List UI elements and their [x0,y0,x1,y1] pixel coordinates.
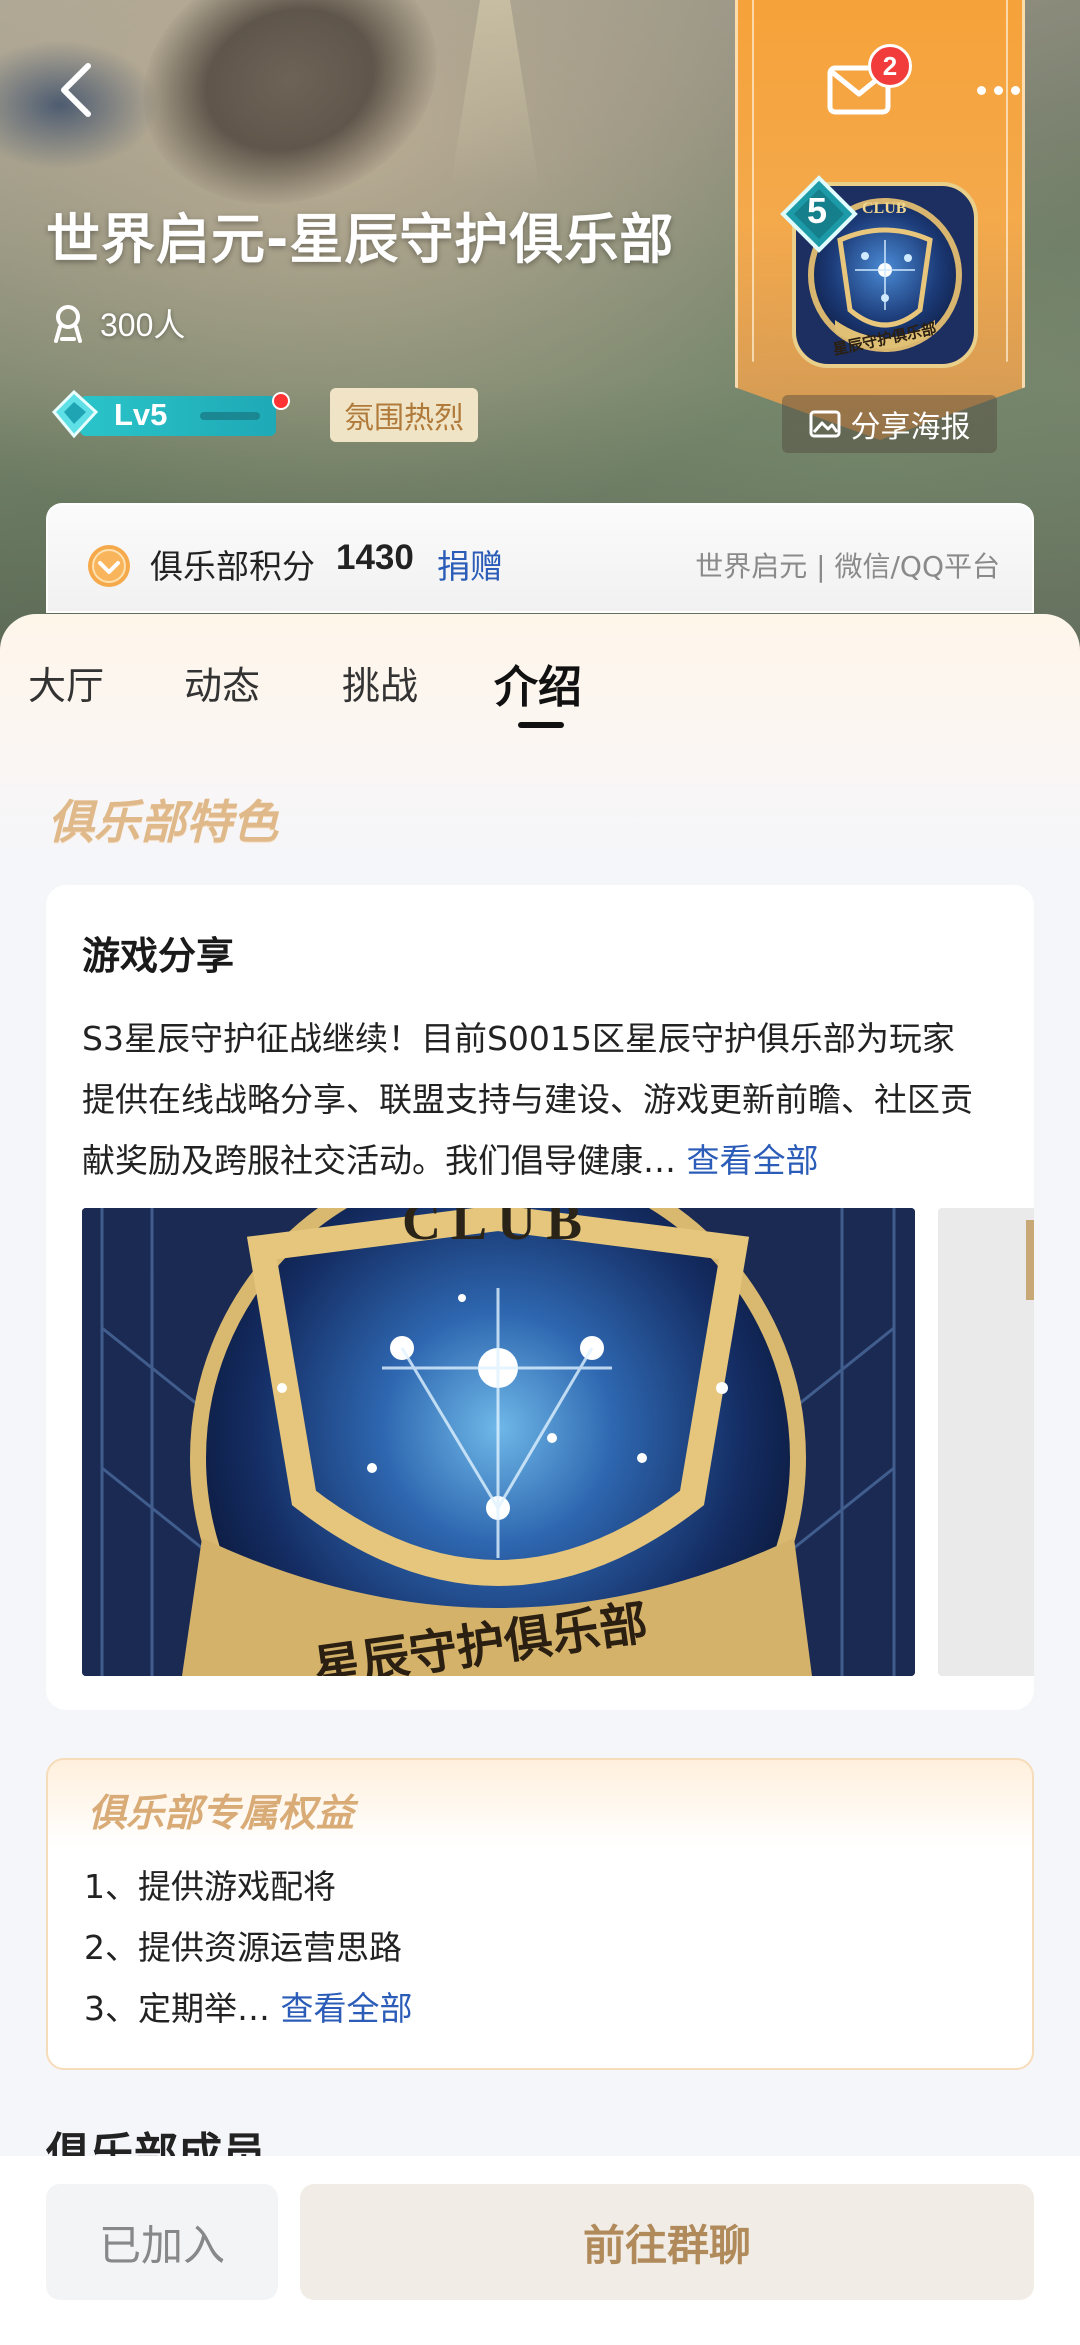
feature-card-title: 游戏分享 [82,934,235,978]
rights-title: 俱乐部专属权益 [88,1791,355,1835]
platform-info: 世界启元 | 微信/QQ平台 [695,550,1000,583]
rights-item-text: 3、定期举… [84,1989,270,2028]
rights-item: 2、提供资源运营思路 [84,1928,402,1967]
club-name: 世界启元-星辰守护俱乐部 [46,208,675,271]
more-dot [1010,85,1020,95]
level-notify-dot [272,392,290,410]
rights-item: 1、提供游戏配将 [84,1867,336,1906]
back-button[interactable] [48,62,104,118]
members-section-title: 俱乐部成员 [46,2129,266,2156]
points-value: 1430 [336,538,414,577]
active-tab-indicator [518,722,564,728]
member-count-row: 300人 [50,300,185,346]
chevron-left-icon [61,63,91,117]
more-dot [976,85,986,95]
emblem-level-badge: 5 [780,175,858,253]
features-section-title: 俱乐部特色 [48,795,278,849]
tab-lobby[interactable]: 大厅 [28,655,104,710]
emblem-level-number: 5 [807,190,828,231]
tab-intro[interactable]: 介绍 [494,651,582,715]
feature-gallery-next-image[interactable] [938,1208,1034,1676]
more-dot [993,85,1003,95]
points-label: 俱乐部积分 [150,547,315,586]
go-to-group-chat-button[interactable]: 前往群聊 [300,2184,1034,2300]
more-options-button[interactable] [968,70,1028,110]
feature-gallery-image[interactable]: CLUB 星辰守护俱乐部 [82,1208,915,1676]
gallery-next-edge [1026,1220,1034,1300]
hero-art-tower [450,0,540,190]
share-poster-label: 分享海报 [850,410,971,445]
image-icon [809,410,840,438]
emblem-top-text: CLUB [862,200,907,217]
feature-description-text: S3星辰守护征战继续！目前S0015区星辰守护俱乐部为玩家提供在线战略分享、联盟… [82,1019,973,1180]
atmosphere-tag: 氛围热烈 [330,388,478,442]
rights-view-all-link[interactable]: 查看全部 [281,1989,413,2028]
member-count: 300人 [100,307,186,343]
feature-view-all-link[interactable]: 查看全部 [687,1141,819,1180]
points-medal-icon [88,545,130,587]
club-level-badge[interactable]: Lv5 [50,389,278,440]
level-label: Lv5 [114,397,168,432]
share-poster-button[interactable]: 分享海报 [782,395,997,453]
mail-unread-badge: 2 [868,44,912,88]
joined-button[interactable]: 已加入 [46,2184,278,2300]
donate-link[interactable]: 捐赠 [437,540,503,588]
tab-updates[interactable]: 动态 [184,655,260,710]
feature-description: S3星辰守护征战继续！目前S0015区星辰守护俱乐部为玩家提供在线战略分享、联盟… [82,1008,982,1191]
tab-challenge[interactable]: 挑战 [342,655,418,710]
member-icon [54,305,82,343]
rights-item: 3、定期举… 查看全部 [84,1982,413,2030]
gallery-image-top-text: CLUB [402,1208,593,1251]
